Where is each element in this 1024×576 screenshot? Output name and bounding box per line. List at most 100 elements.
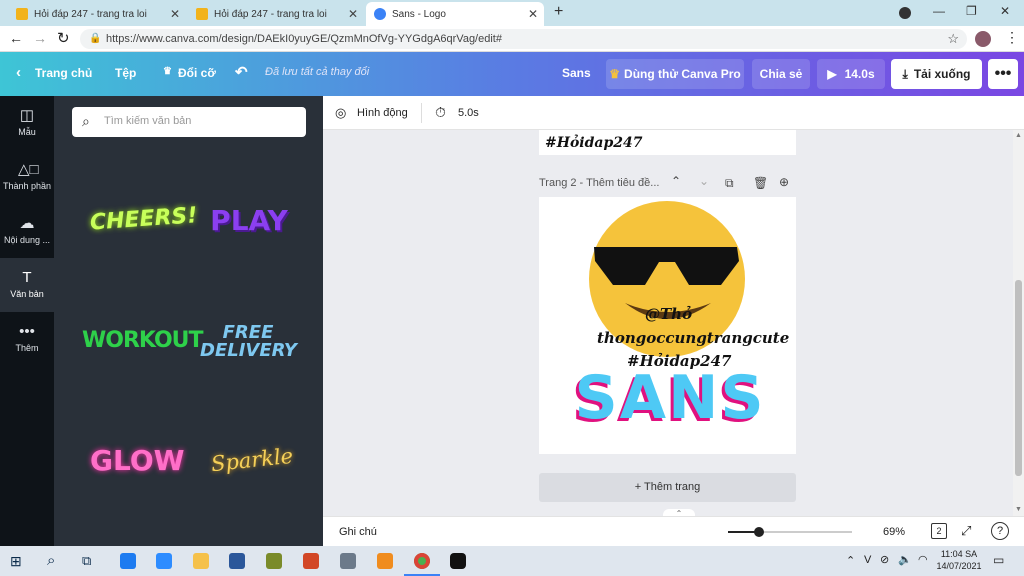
move-down-icon[interactable]: ⌄ <box>699 174 709 188</box>
file-explorer-icon[interactable] <box>193 553 209 569</box>
browser-menu-icon[interactable]: ⋮ <box>1005 29 1019 46</box>
window-close-icon[interactable]: ✕ <box>1000 4 1010 18</box>
add-page-button[interactable]: + Thêm trang <box>539 473 796 502</box>
sticker-play[interactable]: PLAY <box>202 204 296 237</box>
notifications-icon[interactable]: ▭ <box>993 553 1004 567</box>
zoom-slider[interactable] <box>728 527 852 537</box>
tab-title: Sans - Logo <box>392 8 446 20</box>
sticker-glow[interactable]: GLOW <box>90 444 185 477</box>
fullscreen-icon[interactable]: ⤢ <box>961 523 971 539</box>
windows-start-icon[interactable]: ⊞ <box>10 553 22 570</box>
rail-item-templates[interactable]: ◫ Mẫu <box>0 96 54 150</box>
duration-button[interactable]: 5.0s <box>458 107 479 119</box>
rail-item-uploads[interactable]: ☁ Nội dung ... <box>0 204 54 258</box>
app-icon[interactable] <box>377 553 393 569</box>
chevron-up-icon[interactable]: ⌃ <box>663 509 695 516</box>
zoom-app-icon[interactable] <box>156 553 172 569</box>
sticker-free-delivery[interactable]: FREE DELIVERY <box>200 324 297 360</box>
page-1[interactable]: #Hỏidap247 <box>539 130 796 155</box>
close-icon[interactable]: ✕ <box>348 7 358 21</box>
reload-icon[interactable]: ↻ <box>57 29 70 47</box>
help-icon[interactable]: ? <box>991 522 1009 540</box>
trash-icon[interactable]: 🗑 <box>753 176 768 190</box>
layout-icon: ◫ <box>19 107 35 124</box>
volume-icon[interactable]: 🔈 <box>898 553 912 566</box>
browser-tab-1[interactable]: Hỏi đáp 247 - trang tra loi ✕ <box>8 2 186 26</box>
page-count-button[interactable]: 2 <box>931 523 947 539</box>
close-icon[interactable]: ✕ <box>170 7 180 21</box>
animate-button[interactable]: Hình động <box>357 107 408 119</box>
try-pro-button[interactable]: ♛ Dùng thử Canva Pro <box>606 59 744 89</box>
scrollbar[interactable]: ▲ ▼ <box>1013 130 1024 516</box>
search-icon[interactable]: ⌕ <box>47 552 55 569</box>
more-options-button[interactable]: ••• <box>988 59 1018 89</box>
canvas-area: #Hỏidap247 Trang 2 - Thêm tiêu đề... ⌃ ⌄… <box>323 130 1024 516</box>
url-field[interactable]: 🔒 https://www.canva.com/design/DAEkI0yuy… <box>80 29 967 49</box>
play-button[interactable]: ▶ 14.0s <box>817 59 885 89</box>
scroll-up-icon[interactable]: ▲ <box>1015 132 1022 139</box>
duplicate-icon[interactable]: ⧉ <box>725 176 734 191</box>
resize-menu[interactable]: Đổi cỡ <box>178 66 216 80</box>
clock-date[interactable]: 14/07/2021 <box>936 561 982 571</box>
scroll-thumb[interactable] <box>1015 280 1022 476</box>
close-icon[interactable]: ✕ <box>528 7 538 21</box>
input-language[interactable]: V <box>864 554 871 566</box>
clock-time[interactable]: 11:04 SA <box>938 549 980 559</box>
timer-icon: ⏱ <box>435 104 446 120</box>
app-icon[interactable] <box>266 553 282 569</box>
handle-text: thongoccungtrangcute <box>597 329 790 347</box>
sticker-sparkle[interactable]: Sparkle <box>207 443 297 476</box>
sans-title: SANS <box>574 363 766 433</box>
chevron-up-icon[interactable]: ⌃ <box>846 554 855 567</box>
download-button[interactable]: ⤓ Tải xuống <box>891 59 982 89</box>
profile-menu-icon[interactable] <box>899 7 911 19</box>
chrome-icon[interactable] <box>414 553 430 569</box>
app-icon[interactable] <box>340 553 356 569</box>
add-page-icon[interactable]: ⊕ <box>779 175 789 189</box>
bookmark-star-icon[interactable]: ☆ <box>947 31 959 47</box>
upload-cloud-icon: ☁ <box>19 215 35 232</box>
move-up-icon[interactable]: ⌃ <box>671 174 681 188</box>
chevron-left-icon[interactable]: ‹ <box>16 64 21 81</box>
back-icon[interactable]: ← <box>9 30 23 46</box>
crown-icon: ♛ <box>163 66 172 77</box>
rail-item-elements[interactable]: △□ Thành phần <box>0 150 54 204</box>
rail-item-text[interactable]: T Văn bản <box>0 258 54 312</box>
browser-tab-3[interactable]: Sans - Logo ✕ <box>366 2 544 26</box>
network-icon[interactable]: ⊘ <box>880 553 889 566</box>
scroll-down-icon[interactable]: ▼ <box>1015 506 1022 513</box>
undo-icon[interactable]: ↶ <box>235 63 248 81</box>
design-title[interactable]: Sans <box>562 66 591 80</box>
rail-label: Mẫu <box>18 127 36 137</box>
zoom-level[interactable]: 69% <box>883 526 905 538</box>
home-link[interactable]: Trang chủ <box>35 66 92 80</box>
zoom-slider-knob[interactable] <box>754 527 764 537</box>
crown-icon: ♛ <box>609 67 621 81</box>
file-menu[interactable]: Tệp <box>115 66 136 80</box>
share-label: Chia sẻ <box>759 67 803 81</box>
page-2[interactable]: @Thỏ thongoccungtrangcute #Hỏidap247 SAN… <box>539 197 796 454</box>
powerpoint-icon[interactable] <box>303 553 319 569</box>
share-button[interactable]: Chia sẻ <box>752 59 810 89</box>
avatar[interactable] <box>975 31 991 47</box>
more-icon: ••• <box>19 323 35 340</box>
duration-label: 14.0s <box>844 67 875 81</box>
task-view-icon[interactable]: ⧉ <box>82 553 91 569</box>
word-icon[interactable] <box>229 553 245 569</box>
browser-tab-2[interactable]: Hỏi đáp 247 - trang tra loi ✕ <box>188 2 364 26</box>
app-icon[interactable] <box>450 553 466 569</box>
wifi-icon[interactable]: ◠ <box>918 553 928 566</box>
zalo-icon[interactable] <box>120 553 136 569</box>
sticker-cheers[interactable]: CHEERS! <box>89 203 198 235</box>
minimize-icon[interactable]: — <box>933 4 945 18</box>
forward-icon[interactable]: → <box>33 30 47 46</box>
page-2-title[interactable]: Trang 2 - Thêm tiêu đề... <box>539 177 659 189</box>
maximize-icon[interactable]: ❐ <box>966 4 977 18</box>
lock-icon: 🔒 <box>89 33 102 44</box>
notes-button[interactable]: Ghi chú <box>339 526 377 538</box>
search-input[interactable]: ⌕ Tìm kiếm văn bản <box>72 107 306 137</box>
rail-item-more[interactable]: ••• Thêm <box>0 312 54 366</box>
browser-tab-bar: Hỏi đáp 247 - trang tra loi ✕ Hỏi đáp 24… <box>0 0 1024 26</box>
new-tab-icon[interactable]: + <box>554 3 563 21</box>
sticker-workout[interactable]: WORKOUT <box>82 328 204 353</box>
